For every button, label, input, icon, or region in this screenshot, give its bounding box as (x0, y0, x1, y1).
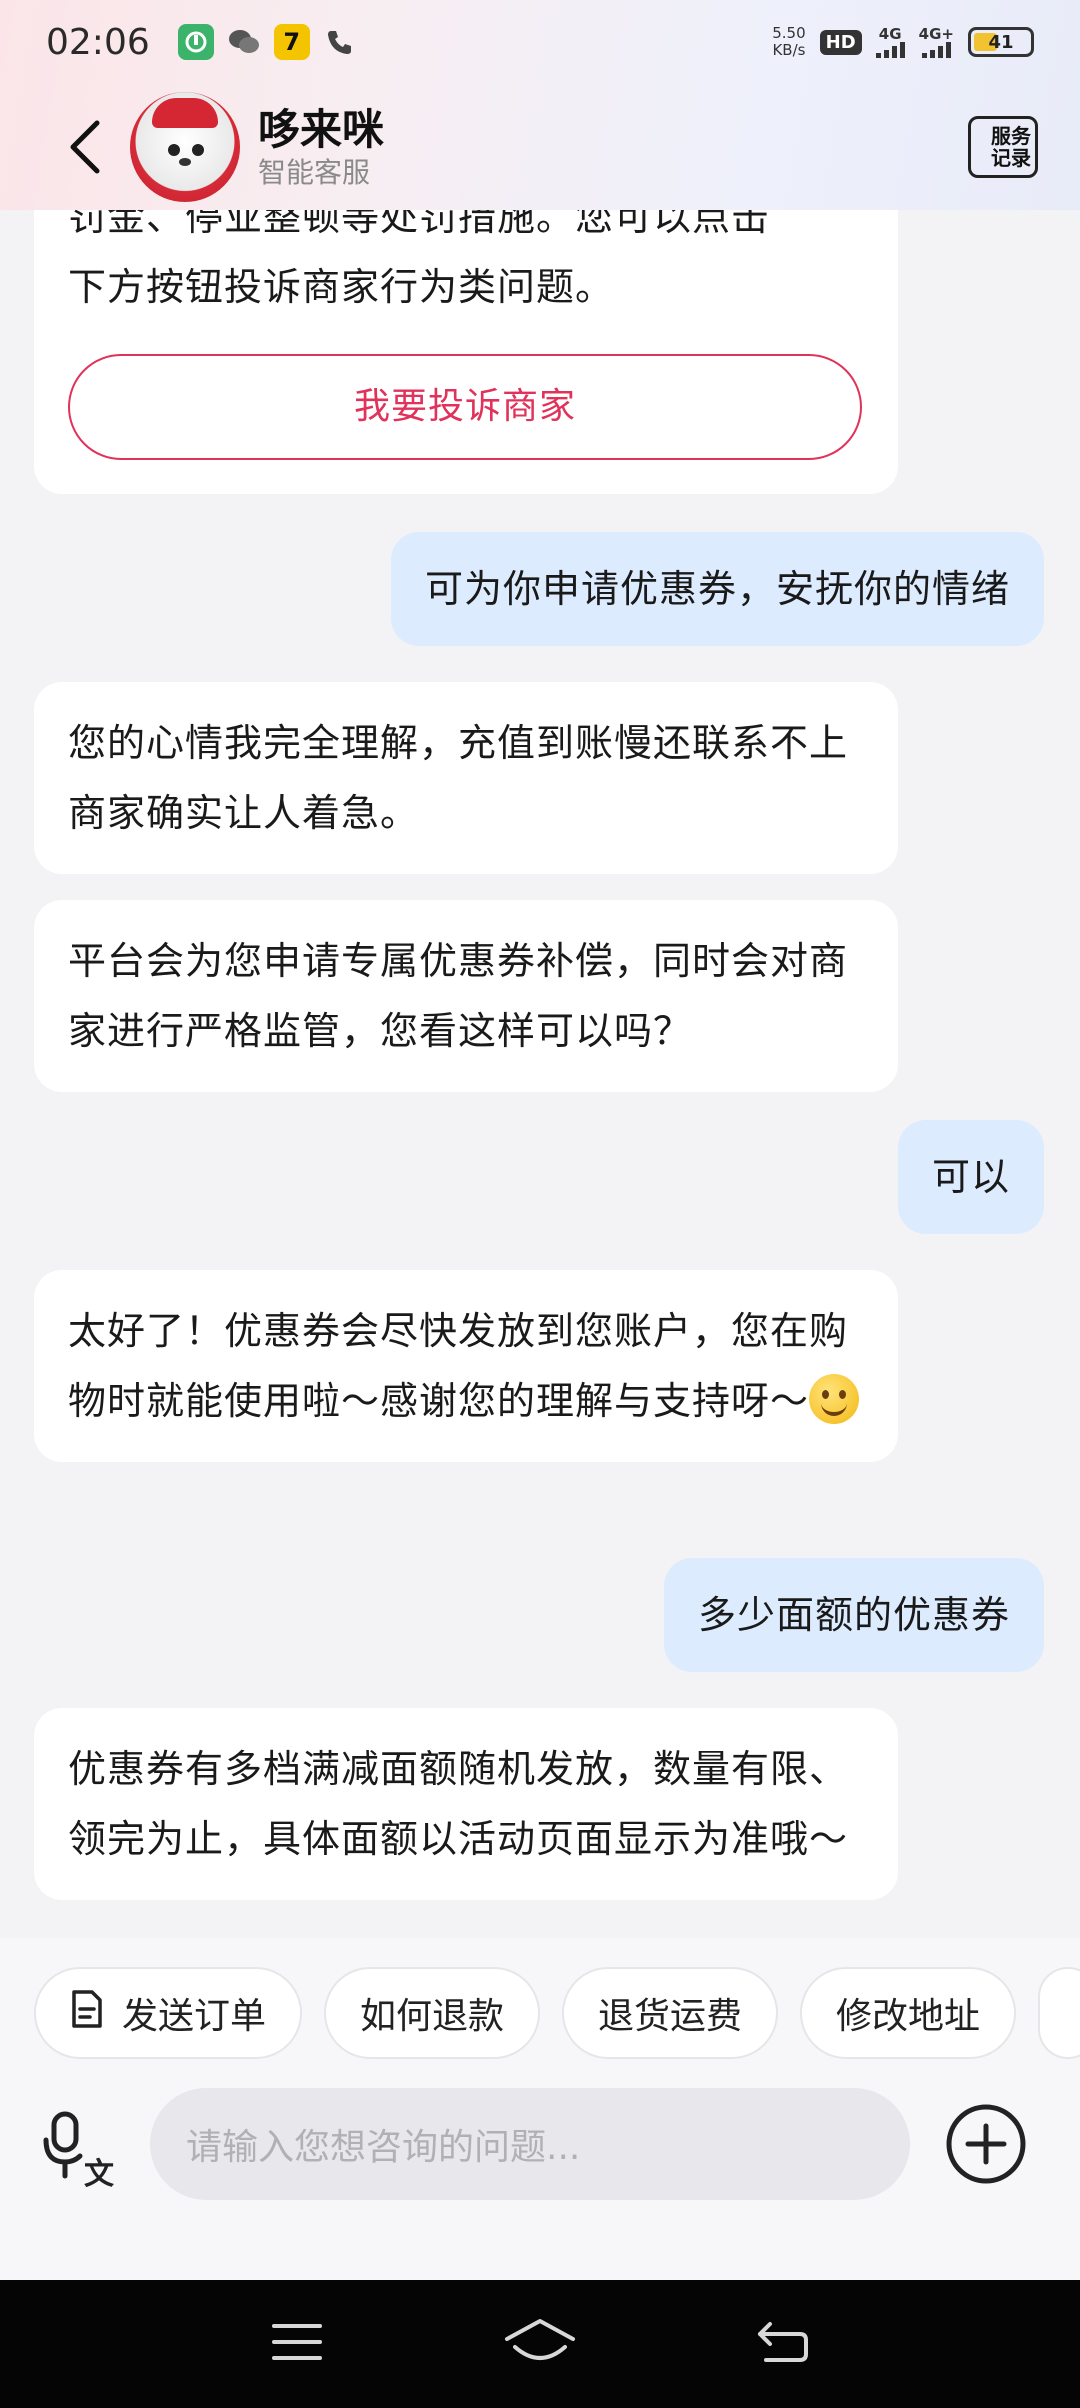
network-speed-unit: KB/s (772, 41, 806, 59)
bot-name: 哆来咪 (258, 105, 385, 154)
message-input-placeholder: 请输入您想咨询的问题... (186, 2127, 581, 2168)
service-record-line2: 记录 (991, 146, 1031, 170)
bot-subtitle: 智能客服 (258, 156, 371, 189)
signal-sim1: 4G (875, 24, 905, 58)
bot-message: 罚金、停业整顿等处罚措施。您可以点击 下方按钮投诉商家行为类问题。 我要投诉商家 (34, 210, 898, 494)
message-input[interactable]: 请输入您想咨询的问题... (150, 2088, 910, 2200)
smiling-face-icon (809, 1374, 860, 1424)
microphone-icon: 文 (43, 2111, 114, 2192)
chip-label: 发送订单 (122, 1996, 267, 2037)
back-arrow-icon (758, 2322, 809, 2362)
menu-button[interactable] (270, 2320, 324, 2368)
chip-send-order[interactable]: 发送订单 (34, 1967, 303, 2059)
chip-change-address[interactable]: 修改地址 (800, 1967, 1017, 2059)
signal-bars-icon (921, 41, 951, 58)
chip-more[interactable] (1038, 1967, 1080, 2059)
message-text: 太好了！优惠券会尽快发放到您账户，您在购物时就能使用啦～感谢您的理解与支持呀～ (68, 1309, 849, 1423)
complain-merchant-button[interactable]: 我要投诉商家 (68, 354, 862, 460)
voice-to-text-button[interactable]: 文 (40, 2106, 124, 2192)
wechat-icon (226, 24, 262, 60)
input-bar: 文 请输入您想咨询的问题... (0, 2088, 1080, 2280)
chevron-left-icon (70, 120, 100, 174)
signal-sim2: 4G+ (918, 24, 954, 58)
quick-reply-bar: 发送订单 如何退款 退货运费 修改地址 (0, 1938, 1080, 2088)
service-record-label: 服务 记录 (991, 125, 1031, 169)
more-actions-button[interactable] (944, 2102, 1028, 2186)
chat-header: 哆来咪 智能客服 服务 记录 (0, 84, 1080, 210)
home-button[interactable] (503, 2317, 577, 2371)
bot-message: 您的心情我完全理解，充值到账慢还联系不上商家确实让人着急。 (34, 682, 898, 874)
bot-message: 太好了！优惠券会尽快发放到您账户，您在购物时就能使用啦～感谢您的理解与支持呀～ (34, 1270, 898, 1462)
chip-label: 修改地址 (836, 1996, 981, 2037)
message-text: 优惠券有多档满减面额随机发放，数量有限、领完为止，具体面额以活动页面显示为准哦～ (68, 1747, 849, 1861)
chip-label: 退货运费 (598, 1996, 743, 2037)
header-titles: 哆来咪 智能客服 (258, 104, 384, 190)
back-nav-button[interactable] (756, 2320, 810, 2368)
user-message: 可以 (897, 1120, 1044, 1234)
bot-message: 平台会为您申请专属优惠券补偿，同时会对商家进行严格监管，您看这样可以吗？ (34, 900, 898, 1092)
signal-sim2-label: 4G+ (918, 24, 954, 43)
plus-circle-icon (946, 2104, 1026, 2184)
user-message: 多少面额的优惠券 (663, 1558, 1044, 1672)
phone-call-icon (322, 24, 358, 60)
network-speed: 5.50 KB/s (772, 25, 805, 59)
message-text: 可以 (931, 1155, 1010, 1199)
status-bar: 02:06 7 5.50 KB/s HD 4G 4G+ 41 (0, 0, 1080, 84)
chip-label: 如何退款 (360, 1996, 505, 2037)
hd-badge: HD (819, 29, 862, 55)
document-icon (70, 1989, 104, 2038)
message-text: 下方按钮投诉商家行为类问题。 (68, 265, 615, 309)
message-text: 您的心情我完全理解，充值到账慢还联系不上商家确实让人着急。 (68, 721, 849, 835)
network-speed-value: 5.50 (772, 24, 806, 42)
menu-icon (271, 2324, 322, 2360)
system-navigation-bar (0, 2280, 1080, 2408)
svg-text:文: 文 (84, 2157, 114, 2190)
back-button[interactable] (40, 102, 130, 192)
chat-list[interactable]: 罚金、停业整顿等处罚措施。您可以点击 下方按钮投诉商家行为类问题。 我要投诉商家… (0, 210, 1080, 1938)
home-icon (504, 2319, 575, 2360)
message-text: 多少面额的优惠券 (697, 1593, 1010, 1637)
app-7-icon: 7 (273, 24, 310, 60)
chip-return-shipping[interactable]: 退货运费 (562, 1967, 779, 2059)
battery-icon: 41 (968, 27, 1034, 57)
battery-level: 41 (988, 31, 1014, 53)
signal-sim1-label: 4G (878, 24, 902, 43)
app-notification-icon (177, 24, 214, 60)
user-message: 可为你申请优惠券，安抚你的情绪 (390, 532, 1044, 646)
signal-bars-icon (875, 41, 905, 58)
service-record-button[interactable]: 服务 记录 (968, 116, 1038, 178)
service-record-line1: 服务 (991, 124, 1031, 148)
message-text: 平台会为您申请专属优惠券补偿，同时会对商家进行严格监管，您看这样可以吗？ (68, 939, 849, 1053)
avatar[interactable] (130, 92, 240, 202)
chip-how-to-refund[interactable]: 如何退款 (324, 1967, 541, 2059)
message-text: 可为你申请优惠券，安抚你的情绪 (424, 567, 1010, 611)
message-text: 罚金、停业整顿等处罚措施。您可以点击 (68, 210, 771, 239)
bot-message: 优惠券有多档满减面额随机发放，数量有限、领完为止，具体面额以活动页面显示为准哦～ (34, 1708, 898, 1900)
status-time: 02:06 (46, 21, 150, 63)
